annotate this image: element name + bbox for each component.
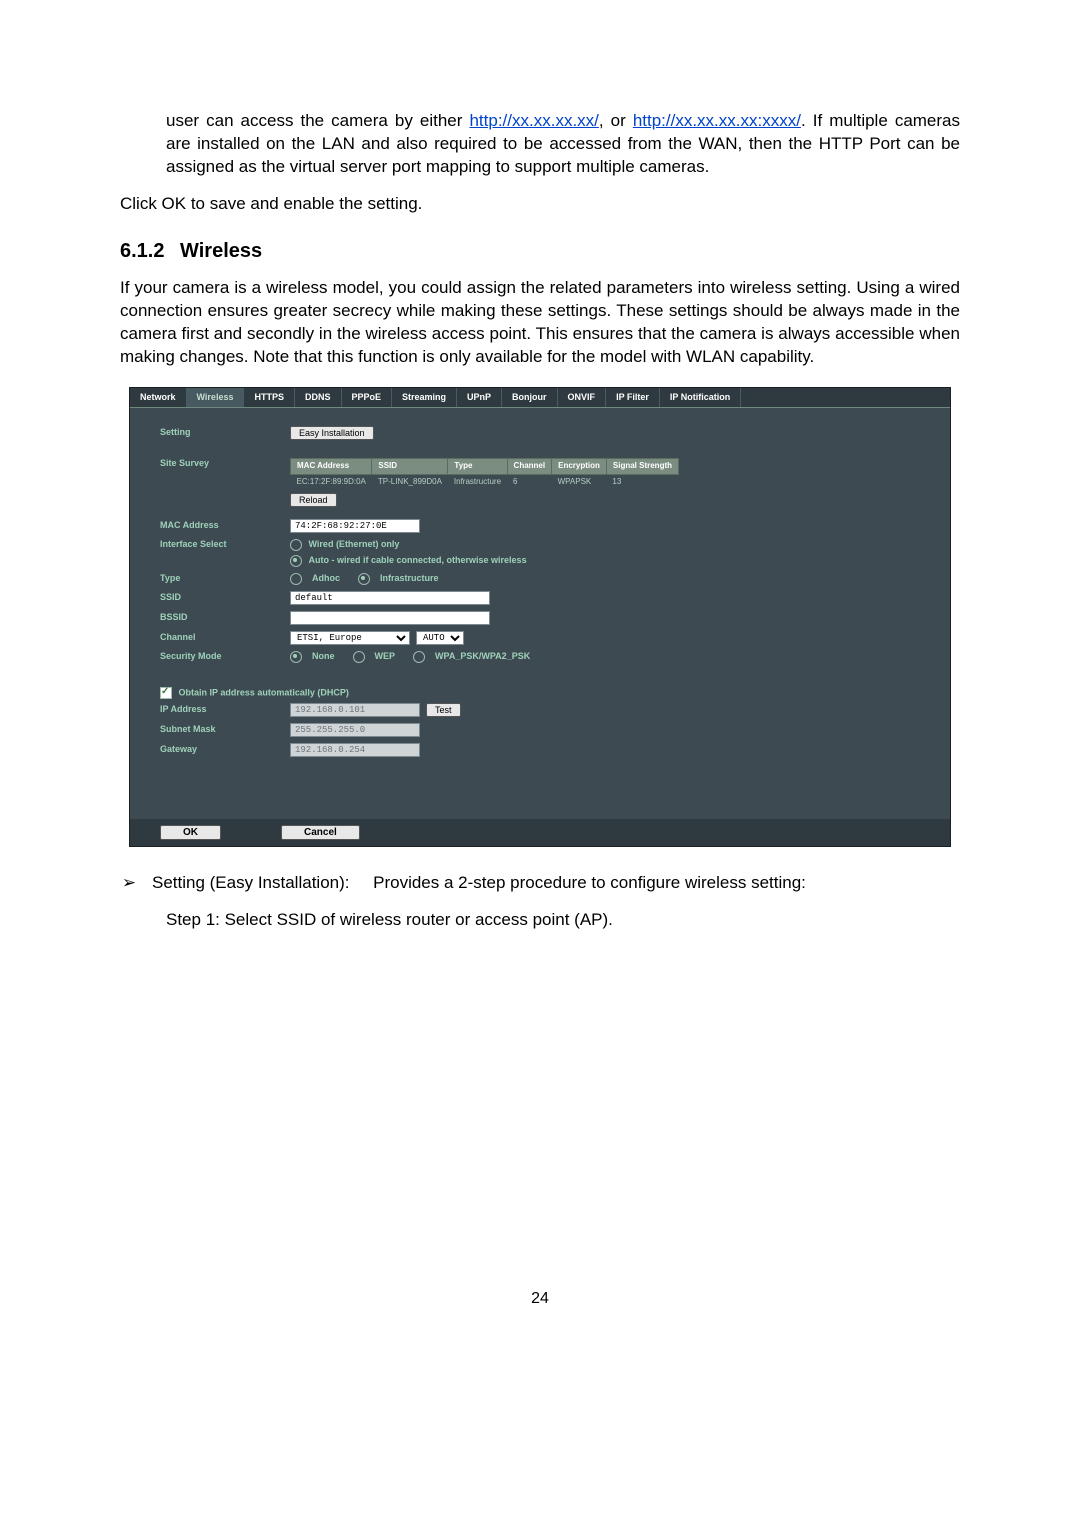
easy-installation-button[interactable]: Easy Installation [290, 426, 374, 440]
survey-cell: EC:17:2F:89:9D:0A [291, 474, 372, 489]
label-type: Type [160, 573, 290, 585]
tabs-row: NetworkWirelessHTTPSDDNSPPPoEStreamingUP… [130, 388, 950, 409]
section-title: Wireless [180, 240, 262, 262]
survey-header: Signal Strength [606, 459, 678, 474]
bullet-icon: ➢ [120, 873, 138, 893]
radio-infra-label: Infrastructure [380, 573, 439, 585]
radio-sec-wpa-label: WPA_PSK/WPA2_PSK [435, 651, 530, 663]
tab-upnp[interactable]: UPnP [457, 388, 502, 408]
radio-auto[interactable] [290, 555, 302, 567]
radio-sec-none-label: None [312, 651, 335, 663]
channel-auto-select[interactable]: AUTO [416, 631, 464, 645]
intro-text-mid: , or [599, 111, 633, 130]
site-survey-table: MAC AddressSSIDTypeChannelEncryptionSign… [290, 458, 679, 489]
tab-network[interactable]: Network [130, 388, 187, 408]
tab-wireless[interactable]: Wireless [187, 388, 245, 408]
survey-header: Channel [507, 459, 552, 474]
label-channel: Channel [160, 632, 290, 644]
radio-sec-none[interactable] [290, 651, 302, 663]
radio-sec-wep-label: WEP [375, 651, 396, 663]
test-button[interactable]: Test [426, 703, 461, 717]
survey-cell: TP-LINK_899D0A [372, 474, 448, 489]
section-heading: 6.1.2 Wireless [120, 240, 960, 263]
section-number: 6.1.2 [120, 240, 164, 262]
intro-text-1: user can access the camera by either [166, 111, 469, 130]
tab-ip-notification[interactable]: IP Notification [660, 388, 741, 408]
save-instruction: Click OK to save and enable the setting. [120, 193, 960, 216]
tab-ddns[interactable]: DDNS [295, 388, 342, 408]
dhcp-row: Obtain IP address automatically (DHCP) [160, 687, 920, 699]
dhcp-label: Obtain IP address automatically (DHCP) [179, 687, 349, 697]
survey-header: Type [448, 459, 507, 474]
bssid-field[interactable] [290, 611, 490, 625]
mac-address-field[interactable] [290, 519, 420, 533]
tab-https[interactable]: HTTPS [244, 388, 295, 408]
tab-onvif[interactable]: ONVIF [558, 388, 607, 408]
ssid-field[interactable] [290, 591, 490, 605]
cancel-button[interactable]: Cancel [281, 825, 360, 840]
dhcp-checkbox[interactable] [160, 687, 172, 699]
ok-button[interactable]: OK [160, 825, 221, 840]
radio-auto-label: Auto - wired if cable connected, otherwi… [309, 555, 527, 565]
bullet-text: Provides a 2-step procedure to configure… [373, 873, 806, 892]
ip-address-field[interactable] [290, 703, 420, 717]
label-ip: IP Address [160, 704, 290, 716]
radio-wired[interactable] [290, 539, 302, 551]
radio-adhoc[interactable] [290, 573, 302, 585]
survey-cell: 13 [606, 474, 678, 489]
label-mask: Subnet Mask [160, 724, 290, 736]
tab-bonjour[interactable]: Bonjour [502, 388, 558, 408]
radio-wired-label: Wired (Ethernet) only [309, 539, 400, 549]
wireless-config-panel: NetworkWirelessHTTPSDDNSPPPoEStreamingUP… [129, 387, 951, 848]
survey-cell: Infrastructure [448, 474, 507, 489]
tab-streaming[interactable]: Streaming [392, 388, 457, 408]
bullet-title: Setting (Easy Installation): [152, 873, 349, 892]
survey-header: MAC Address [291, 459, 372, 474]
wireless-paragraph: If your camera is a wireless model, you … [120, 277, 960, 369]
survey-header: SSID [372, 459, 448, 474]
label-bssid: BSSID [160, 612, 290, 624]
subnet-mask-field[interactable] [290, 723, 420, 737]
panel-footer: OK Cancel [130, 819, 950, 846]
label-gateway: Gateway [160, 744, 290, 756]
label-ssid: SSID [160, 592, 290, 604]
intro-paragraph: user can access the camera by either htt… [166, 110, 960, 179]
label-security: Security Mode [160, 651, 290, 663]
label-site-survey: Site Survey [160, 458, 290, 470]
channel-region-select[interactable]: ETSI, Europe [290, 631, 410, 645]
radio-sec-wep[interactable] [353, 651, 365, 663]
radio-adhoc-label: Adhoc [312, 573, 340, 585]
label-interface: Interface Select [160, 539, 290, 551]
link-port-url[interactable]: http://xx.xx.xx.xx:xxxx/ [633, 111, 801, 130]
label-mac: MAC Address [160, 520, 290, 532]
step-1: Step 1: Select SSID of wireless router o… [166, 910, 960, 930]
tab-pppoe[interactable]: PPPoE [342, 388, 393, 408]
gateway-field[interactable] [290, 743, 420, 757]
reload-button[interactable]: Reload [290, 493, 337, 507]
bullet-easy-install: ➢ Setting (Easy Installation): Provides … [120, 873, 960, 893]
tab-ip-filter[interactable]: IP Filter [606, 388, 660, 408]
link-local-url[interactable]: http://xx.xx.xx.xx/ [469, 111, 598, 130]
panel-body: Setting Easy Installation Site Survey MA… [130, 408, 950, 819]
survey-cell: 6 [507, 474, 552, 489]
radio-infra[interactable] [358, 573, 370, 585]
page-number: 24 [120, 1290, 960, 1308]
label-setting: Setting [160, 427, 290, 439]
survey-header: Encryption [552, 459, 607, 474]
survey-cell: WPAPSK [552, 474, 607, 489]
radio-sec-wpa[interactable] [413, 651, 425, 663]
